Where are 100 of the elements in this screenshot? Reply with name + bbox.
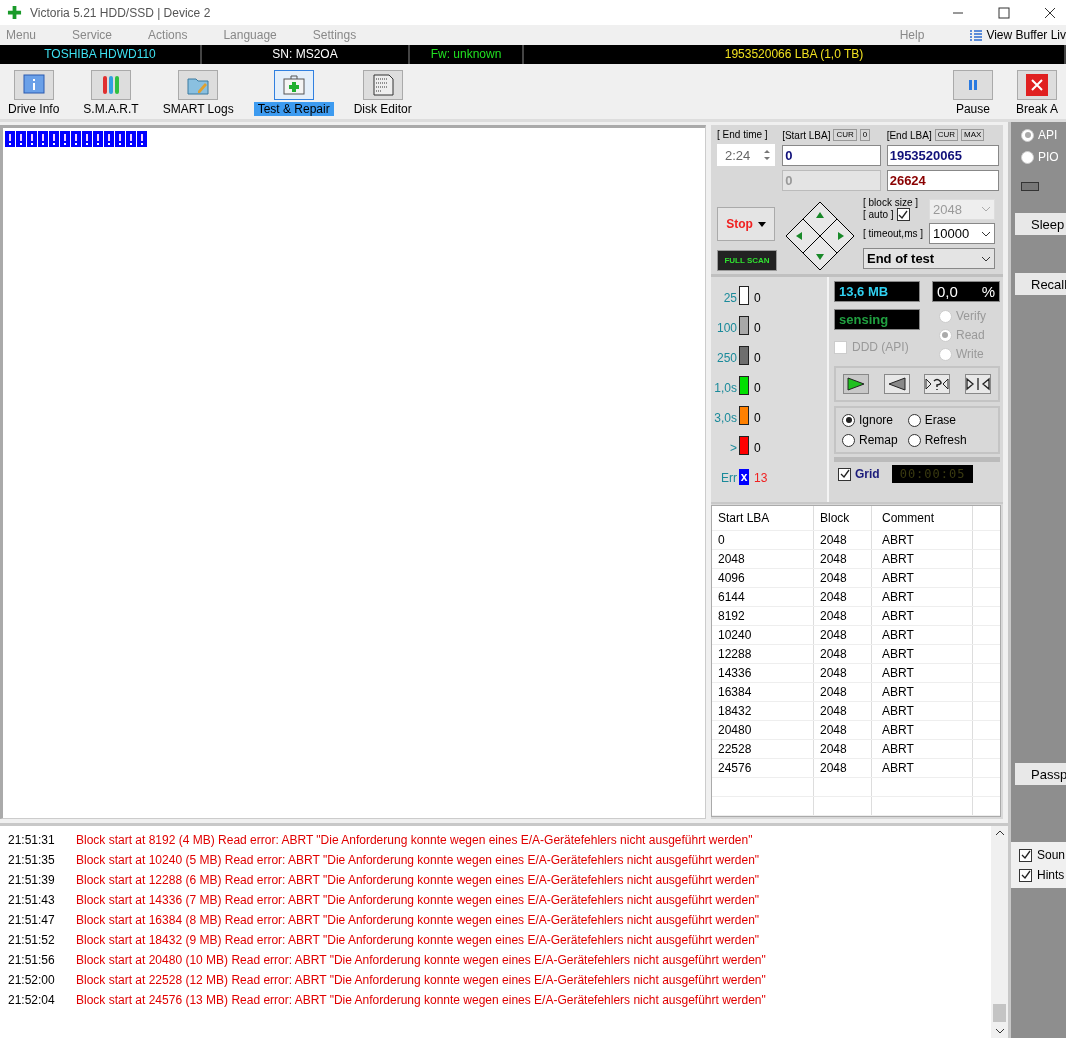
log-message: Block start at 12288 (6 MB) Read error: ABRT "Die Anforderung konnte wegen eines E/A-Gerätefehlers nicht ausgeführt werden" [76, 872, 760, 889]
error-block-icon [49, 131, 59, 147]
table-cell: 2048 [814, 569, 872, 587]
log-time: 21:52:00 [7, 972, 56, 989]
field-label: [Start LBA] [782, 129, 831, 141]
log-time: 21:51:52 [7, 932, 56, 949]
direction-button[interactable] [843, 374, 870, 395]
error-block-icon [115, 131, 125, 147]
binary-document-icon [370, 73, 395, 97]
column-header[interactable]: Block [814, 506, 872, 530]
log-message: Block start at 20480 (10 MB) Read error: ABRT "Die Anforderung konnte wegen eines E/A-Gerätefehlers nicht ausgeführt werden" [76, 952, 766, 969]
password-button[interactable]: Passp [1015, 763, 1066, 785]
log-message: Block start at 8192 (4 MB) Read error: ABRT "Die Anforderung konnte wegen eines E/A-Gerätefehlers nicht ausgeführt werden" [76, 832, 753, 849]
table-cell: 10240 [712, 626, 814, 644]
table-cell: 14336 [712, 664, 814, 682]
recall-button[interactable]: Recall [1015, 273, 1066, 295]
legend-count: 0 [754, 351, 761, 366]
maximize-icon[interactable] [998, 6, 1010, 19]
direction-button[interactable] [924, 374, 951, 395]
chevron-down-icon [981, 255, 991, 262]
table-cell: ABRT [872, 740, 973, 758]
cur-button[interactable]: CUR [934, 129, 959, 141]
radio-button[interactable] [842, 413, 855, 427]
legend-count: 0 [754, 291, 761, 306]
error-block-icon [38, 131, 48, 147]
error-block-icon [27, 131, 37, 147]
column-header[interactable]: Comment [872, 506, 973, 530]
error-block-icon [82, 131, 92, 147]
table-cell: 12288 [712, 645, 814, 663]
end-lba-field[interactable]: 1953520065 [886, 145, 999, 166]
caret-icon [757, 221, 766, 227]
reverse-icon [886, 377, 907, 392]
end-time-spinner[interactable]: 2:24 [717, 144, 775, 166]
auto-checkbox[interactable] [896, 208, 910, 221]
sleep-button[interactable]: Sleep [1015, 213, 1066, 235]
error-block-icon [60, 131, 70, 147]
error-block-icon [5, 131, 15, 147]
toolbar-button[interactable]: SMART Logs [154, 70, 242, 116]
first-aid-kit-icon [281, 73, 306, 97]
option-checkbox[interactable] [1019, 848, 1032, 862]
indicator-icon [1021, 182, 1039, 191]
table-cell: 24576 [712, 759, 814, 777]
field-label: [ auto ] [863, 209, 894, 220]
column-header[interactable]: Start LBA [712, 506, 814, 530]
radio-button[interactable] [842, 433, 855, 447]
option-checkbox[interactable] [1019, 868, 1032, 882]
grid-checkbox[interactable] [838, 467, 851, 481]
table-cell: ABRT [872, 588, 973, 606]
toolbar-button[interactable]: S.M.A.R.T [75, 70, 147, 116]
table-cell: 2048 [814, 702, 872, 720]
end-action-dropdown[interactable]: End of test [863, 248, 995, 269]
radio-label: Read [956, 328, 985, 343]
chevron-down-icon [981, 230, 991, 237]
legend-label: 100 [715, 321, 737, 336]
radio-button[interactable] [907, 433, 921, 447]
max-button[interactable]: MAX [961, 129, 985, 141]
legend-label: 1,0s [713, 381, 737, 396]
checkbox-label: Hints [1037, 868, 1065, 882]
table-cell: 2048 [814, 626, 872, 644]
close-icon[interactable] [1044, 6, 1056, 19]
scroll-thumb[interactable] [993, 1004, 1006, 1022]
cur-button[interactable]: CUR [833, 129, 857, 141]
error-block-icon [16, 131, 26, 147]
table-cell: 4096 [712, 569, 814, 587]
butterfly-icon [965, 377, 990, 392]
scroll-up-icon[interactable] [994, 830, 1005, 836]
log-time: 21:52:04 [7, 992, 56, 1009]
toolbar-button[interactable]: Drive Info [0, 70, 68, 116]
direction-pad-icon[interactable] [785, 201, 855, 271]
table-cell: ABRT [872, 664, 973, 682]
error-block-icon [93, 131, 103, 147]
radio-label: Remap [859, 433, 898, 448]
zero-button[interactable]: 0 [859, 129, 871, 141]
log-time: 21:51:56 [7, 952, 56, 969]
direction-button[interactable] [964, 374, 991, 395]
view-buffer-button[interactable]: View Buffer Liv [970, 28, 1066, 42]
legend-count: 0 [754, 441, 761, 456]
table-cell: ABRT [872, 759, 973, 777]
table-cell: ABRT [872, 569, 973, 587]
log-time: 21:51:43 [7, 892, 56, 909]
log-message: Block start at 24576 (13 MB) Read error: ABRT "Die Anforderung konnte wegen eines E/A-Gerätefehlers nicht ausgeführt werden" [76, 992, 766, 1009]
remaining-field: 26624 [886, 170, 999, 191]
field-label: [ timeout,ms ] [863, 228, 923, 239]
toolbar-button[interactable]: Break A [1007, 70, 1066, 116]
pause-icon [968, 80, 977, 90]
table-cell: 2048 [814, 759, 872, 777]
direction-button[interactable] [883, 374, 910, 395]
scrollbar[interactable] [991, 826, 1008, 1038]
window-title: Victoria 5.21 HDD/SSD | Device 2 [30, 5, 211, 20]
table-cell: ABRT [872, 626, 973, 644]
scroll-down-icon[interactable] [994, 1028, 1005, 1034]
toolbar-button[interactable]: Test & Repair [249, 70, 338, 116]
percent-display: 0,0 % [932, 281, 1000, 303]
start-lba-field[interactable]: 0 [782, 145, 881, 166]
toolbar-button[interactable]: Disk Editor [345, 70, 420, 116]
log-message: Block start at 16384 (8 MB) Read error: ABRT "Die Anforderung konnte wegen eines E/A-Gerätefehlers nicht ausgeführt werden" [76, 912, 760, 929]
table-cell: 8192 [712, 607, 814, 625]
radio-button[interactable] [907, 413, 921, 427]
timeout-dropdown[interactable]: 10000 [929, 223, 995, 244]
table-cell: ABRT [872, 531, 973, 549]
